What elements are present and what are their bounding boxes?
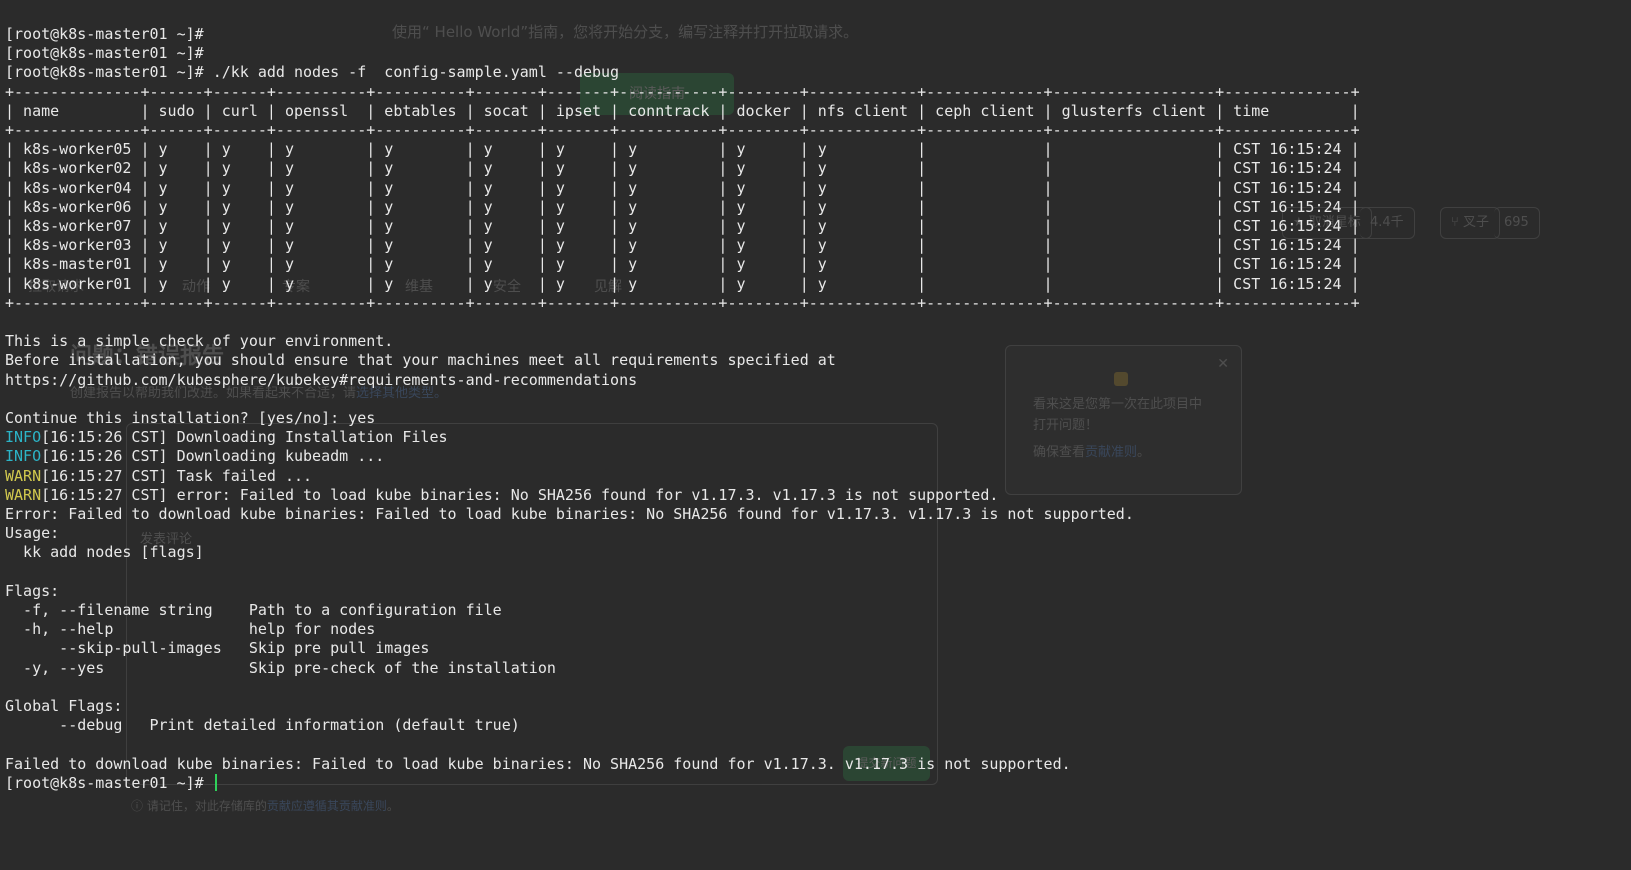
terminal-line-text: | k8s-master01 | y | y | y | y | y | y |… [5,255,1360,274]
terminal-line-text: [16:15:27 CST] Task failed ... [41,466,313,485]
terminal-line-text: [root@k8s-master01 ~]# [5,773,213,792]
terminal-line-text: +--------------+------+------+----------… [5,82,1360,101]
terminal-line-text: -f, --filename string Path to a configur… [5,601,502,619]
terminal-line: WARN[16:15:27 CST] Task failed ... [5,466,312,486]
terminal-line-text: | k8s-worker05 | y | y | y | y | y | y |… [5,140,1360,159]
terminal-line: --debug Print detailed information (defa… [5,715,520,735]
log-level-label: WARN [5,466,42,485]
terminal-line-text: | k8s-worker04 | y | y | y | y | y | y |… [5,178,1360,197]
terminal-line-text: [16:15:27 CST] error: Failed to load kub… [41,485,999,504]
terminal-line: Continue this installation? [yes/no]: ye… [5,408,375,428]
terminal-line-text: +--------------+------+------+----------… [5,121,1360,139]
terminal-line: | k8s-worker05 | y | y | y | y | y | y |… [5,139,1360,159]
terminal-line: Usage: [5,523,59,543]
terminal-line: INFO[16:15:26 CST] Downloading Installat… [5,427,448,447]
log-level-label: INFO [5,447,42,466]
terminal-line: WARN[16:15:27 CST] error: Failed to load… [5,485,998,505]
terminal-line-text: Before installation, you should ensure t… [5,351,836,370]
terminal-line-text: [16:15:26 CST] Downloading Installation … [41,428,448,447]
terminal-line: | name | sudo | curl | openssl | ebtable… [5,101,1360,121]
terminal-line-text: kk add nodes [flags] [5,543,204,562]
terminal-line: | k8s-worker01 | y | y | y | y | y | y |… [5,274,1360,294]
terminal-line: | k8s-worker04 | y | y | y | y | y | y |… [5,178,1360,198]
terminal-line-text: [root@k8s-master01 ~]# [5,25,204,43]
terminal-line-text: --debug Print detailed information (defa… [5,716,520,735]
terminal-line-text: | k8s-worker07 | y | y | y | y | y | y |… [5,217,1360,235]
terminal-line: --skip-pull-images Skip pre pull images [5,638,429,658]
terminal-line: [root@k8s-master01 ~]# [5,24,204,44]
terminal-line-text: | k8s-worker03 | y | y | y | y | y | y |… [5,236,1360,255]
terminal-line-text: Continue this installation? [yes/no]: ye… [5,409,376,427]
terminal-line: [root@k8s-master01 ~]# ./kk add nodes -f… [5,62,619,82]
terminal-line: | k8s-worker03 | y | y | y | y | y | y |… [5,235,1360,255]
terminal-line: Before installation, you should ensure t… [5,350,836,370]
terminal-line: | k8s-worker07 | y | y | y | y | y | y |… [5,216,1360,236]
log-level-label: WARN [5,485,42,504]
desktop-screen: 使用“ Hello World”指南，您将开始分支，编写注释并打开拉取请求。 阅… [0,0,1631,870]
terminal-line-text: --skip-pull-images Skip pre pull images [5,639,430,658]
terminal-line-text: https://github.com/kubesphere/kubekey#re… [5,370,638,389]
terminal-line: Failed to download kube binaries: Failed… [5,754,1071,774]
terminal-line: Global Flags: [5,696,122,716]
terminal-line-text: Global Flags: [5,697,123,715]
terminal-line: [root@k8s-master01 ~]# [5,43,204,63]
terminal-line: https://github.com/kubesphere/kubekey#re… [5,370,637,390]
terminal-line-text: | k8s-worker02 | y | y | y | y | y | y |… [5,159,1360,178]
terminal-line-text: | name | sudo | curl | openssl | ebtable… [5,101,1360,120]
terminal-line-text: | k8s-worker01 | y | y | y | y | y | y |… [5,274,1360,293]
terminal-line-text: Usage: [5,524,60,543]
terminal-line-text: This is a simple check of your environme… [5,332,394,351]
terminal-line: Flags: [5,581,59,601]
terminal-output[interactable]: [root@k8s-master01 ~]# [root@k8s-master01… [0,0,1631,870]
terminal-line: -f, --filename string Path to a configur… [5,600,502,620]
terminal-line: [root@k8s-master01 ~]# [5,773,217,793]
terminal-line-text: Flags: [5,581,60,600]
terminal-line-text: -h, --help help for nodes [5,620,376,639]
terminal-line: | k8s-worker02 | y | y | y | y | y | y |… [5,158,1360,178]
terminal-line-text: +--------------+------+------+----------… [5,293,1360,312]
text-cursor [214,773,217,791]
terminal-line: -y, --yes Skip pre-check of the installa… [5,658,556,678]
terminal-line-text: [root@k8s-master01 ~]# ./kk add nodes -f… [5,63,620,82]
terminal-line: INFO[16:15:26 CST] Downloading kubeadm .… [5,446,384,466]
terminal-line: -h, --help help for nodes [5,619,375,639]
terminal-line-text: [16:15:26 CST] Downloading kubeadm ... [41,447,385,466]
terminal-line: This is a simple check of your environme… [5,331,393,351]
terminal-line-text: Failed to download kube binaries: Failed… [5,754,1071,773]
terminal-line: kk add nodes [flags] [5,542,204,562]
terminal-line: | k8s-master01 | y | y | y | y | y | y |… [5,254,1360,274]
terminal-line-text: [root@k8s-master01 ~]# [5,44,204,63]
terminal-line: +--------------+------+------+----------… [5,293,1360,313]
terminal-line-text: -y, --yes Skip pre-check of the installa… [5,658,556,677]
terminal-line: | k8s-worker06 | y | y | y | y | y | y |… [5,197,1360,217]
terminal-line: +--------------+------+------+----------… [5,120,1360,140]
terminal-line: +--------------+------+------+----------… [5,82,1360,102]
terminal-line-text: | k8s-worker06 | y | y | y | y | y | y |… [5,197,1360,216]
terminal-line-text: Error: Failed to download kube binaries:… [5,505,1134,523]
log-level-label: INFO [5,428,42,447]
terminal-line: Error: Failed to download kube binaries:… [5,504,1134,524]
